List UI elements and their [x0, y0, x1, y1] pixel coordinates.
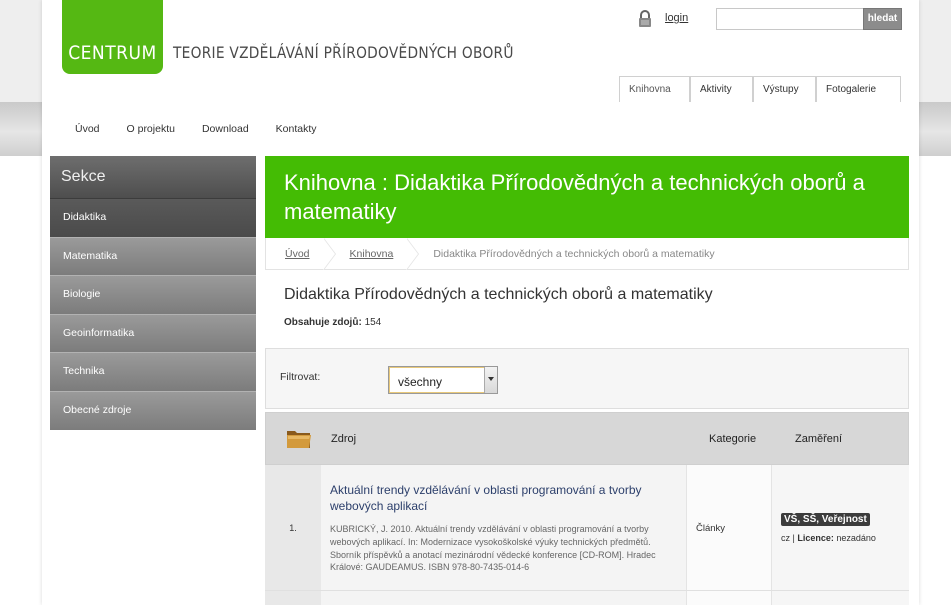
sidebar-item-didaktika[interactable]: Didaktika [50, 198, 256, 237]
source-cell: Aktuální trendy vzdělávání v oblasti pro… [321, 465, 687, 590]
table-header-icon-cell [266, 412, 322, 465]
source-title-link[interactable]: Aktuální trendy vzdělávání v oblasti pro… [330, 482, 677, 514]
chevron-down-icon[interactable] [484, 367, 497, 393]
folder-icon [287, 431, 311, 448]
license-label: Licence: [797, 533, 834, 543]
main-nav: Úvod O projektu Download Kontakty [75, 123, 344, 135]
column-header-kategorie[interactable]: Kategorie [698, 433, 782, 445]
breadcrumb: Úvod Knihovna Didaktika Přírodovědných a… [265, 237, 909, 270]
focus-cell: VŠ, SŠ, Veřejnost cz | Licence: nezadáno [772, 465, 909, 590]
license-value: nezadáno [836, 533, 876, 543]
search-input[interactable] [716, 8, 864, 30]
section-header: Knihovna : Didaktika Přírodovědných a te… [265, 156, 909, 238]
language-code: cz [781, 533, 790, 543]
table-row [265, 591, 909, 605]
category-cell: Články [687, 465, 772, 590]
row-number: 1. [265, 465, 321, 590]
table-row: 1. Aktuální trendy vzdělávání v oblasti … [265, 465, 909, 591]
column-header-zdroj[interactable]: Zdroj [322, 433, 698, 445]
tab-fotogalerie[interactable]: Fotogalerie [816, 76, 901, 102]
breadcrumb-separator [322, 237, 338, 270]
tab-aktivity[interactable]: Aktivity [690, 76, 753, 102]
column-header-zamereni[interactable]: Zaměření [782, 433, 842, 445]
nav-download[interactable]: Download [202, 123, 249, 135]
focus-badge: VŠ, SŠ, Veřejnost [781, 513, 870, 526]
breadcrumb-uvod[interactable]: Úvod [285, 248, 310, 260]
sidebar-item-technika[interactable]: Technika [50, 352, 256, 391]
filter-panel: Filtrovat: všechny [265, 348, 909, 409]
lock-icon [639, 10, 651, 27]
sidebar-item-matematika[interactable]: Matematika [50, 236, 256, 276]
sources-table: Zdroj Kategorie Zaměření 1. Aktuální tre… [265, 412, 909, 605]
page-title: Didaktika Přírodovědných a technických o… [284, 286, 713, 303]
filter-select[interactable]: všechny [388, 366, 498, 394]
table-header: Zdroj Kategorie Zaměření [265, 412, 909, 465]
license-info: cz | Licence: nezadáno [781, 533, 876, 543]
logo-text: CENTRUM [68, 42, 157, 64]
filter-selected-value: všechny [398, 375, 443, 389]
breadcrumb-knihovna[interactable]: Knihovna [350, 248, 394, 260]
tab-vystupy[interactable]: Výstupy [753, 76, 816, 102]
sidebar-title: Sekce [50, 156, 256, 198]
breadcrumb-current: Didaktika Přírodovědných a technických o… [433, 247, 715, 260]
sidebar-item-biologie[interactable]: Biologie [50, 275, 256, 314]
login-link[interactable]: login [665, 12, 688, 24]
site-logo[interactable]: CENTRUM [62, 0, 163, 74]
filter-label: Filtrovat: [280, 371, 321, 383]
source-count-value: 154 [364, 317, 382, 328]
source-citation: KUBRICKÝ, J. 2010. Aktuální trendy vzděl… [330, 524, 656, 573]
search-button[interactable]: hledat [863, 8, 902, 30]
source-count-label: Obsahuje zdojů: [284, 317, 362, 328]
breadcrumb-separator [406, 237, 421, 270]
source-count: Obsahuje zdojů: 154 [284, 317, 381, 328]
nav-uvod[interactable]: Úvod [75, 123, 100, 135]
sidebar: Sekce Didaktika Matematika Biologie Geoi… [50, 156, 256, 430]
sidebar-item-obecne-zdroje[interactable]: Obecné zdroje [50, 390, 256, 430]
nav-o-projektu[interactable]: O projektu [127, 123, 175, 135]
sidebar-item-geoinformatika[interactable]: Geoinformatika [50, 313, 256, 353]
nav-kontakty[interactable]: Kontakty [276, 123, 317, 135]
top-tabs: Knihovna Aktivity Výstupy Fotogalerie [619, 76, 901, 102]
tab-knihovna[interactable]: Knihovna [619, 76, 690, 102]
site-title: TEORIE VZDĚLÁVÁNÍ PŘÍRODOVĚDNÝCH OBORŮ [173, 43, 514, 62]
